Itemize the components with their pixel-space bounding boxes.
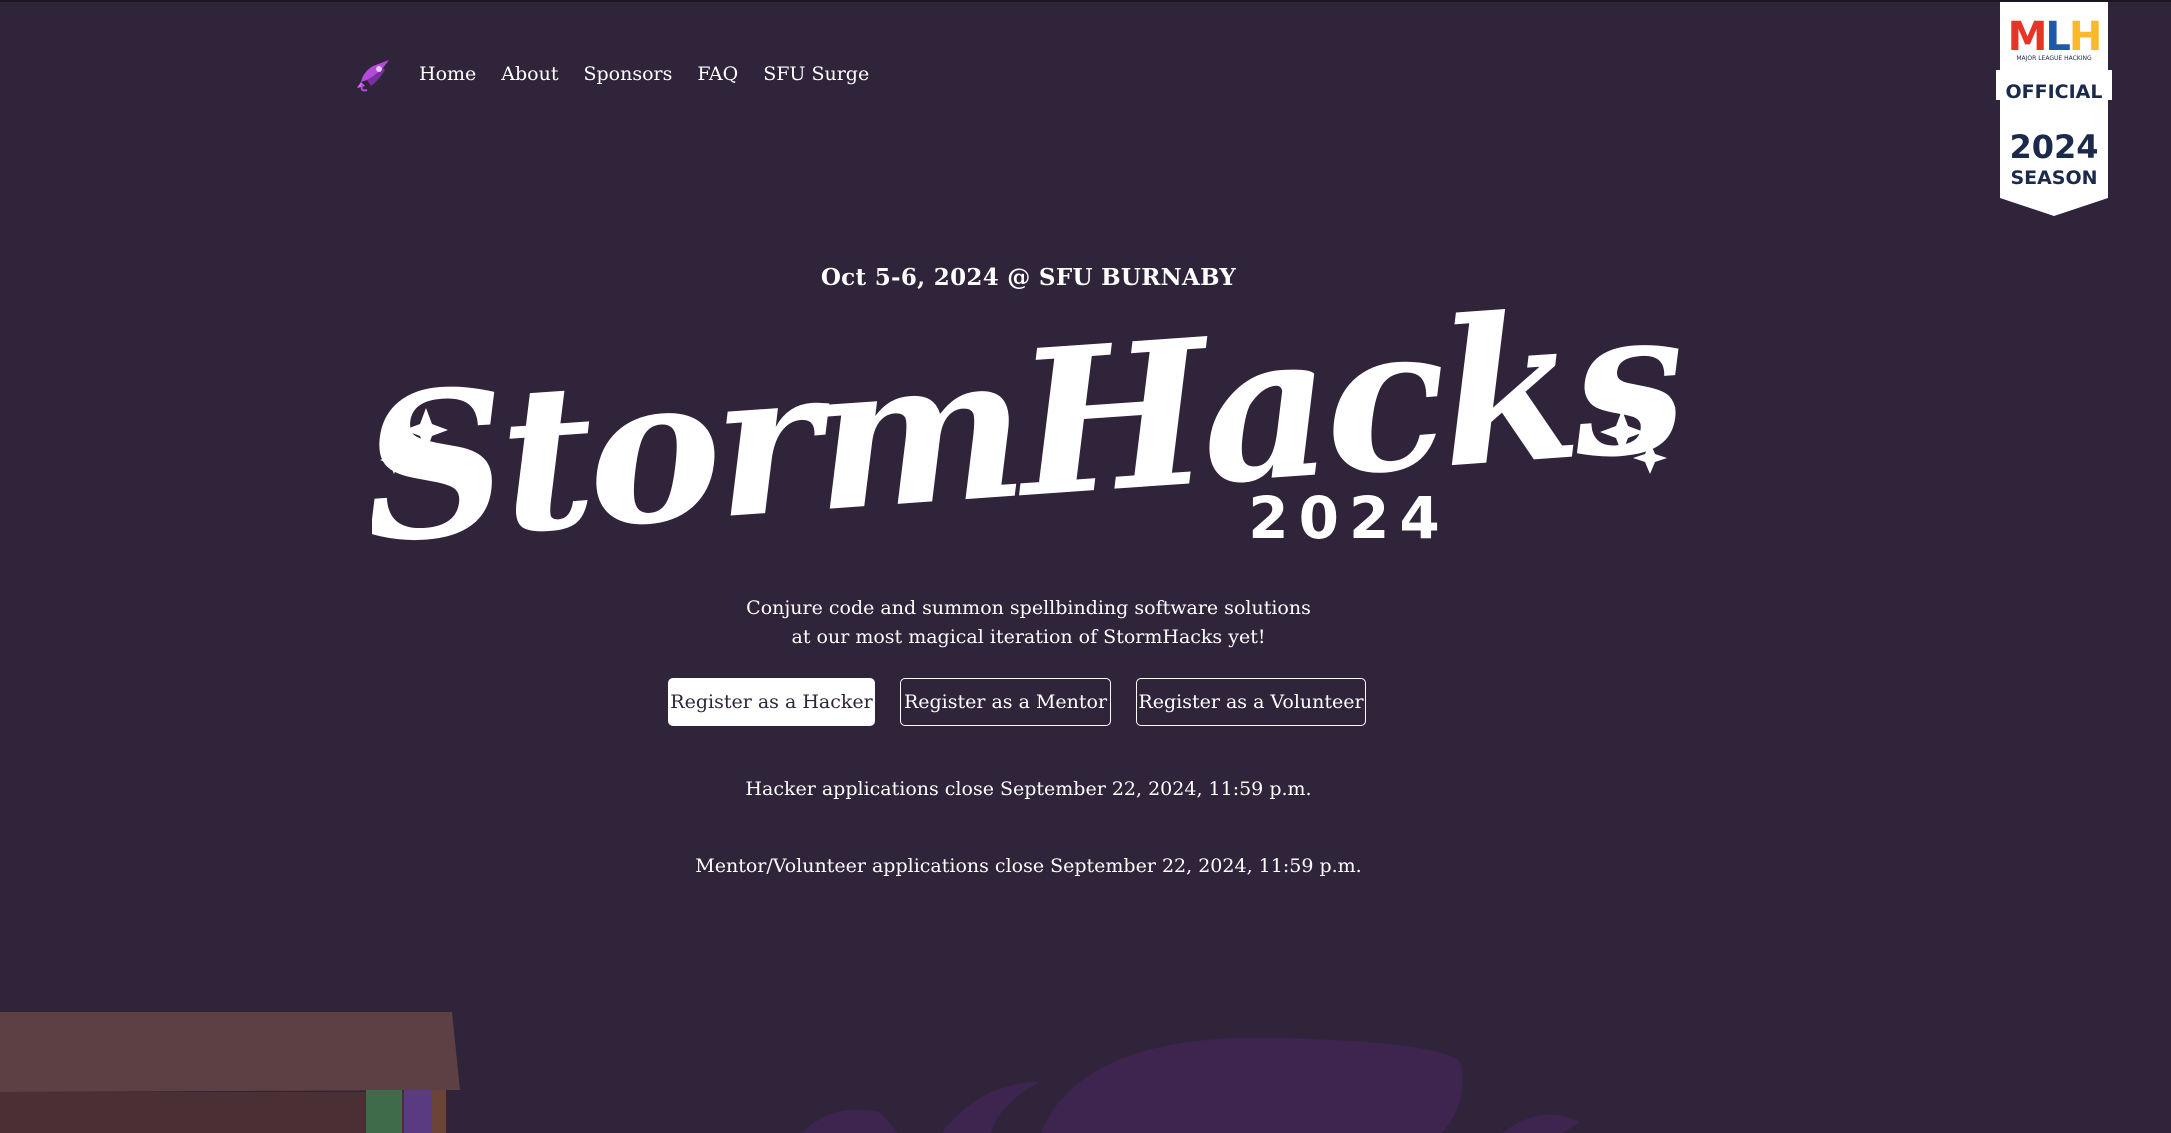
nav-sponsors-link[interactable]: Sponsors <box>583 63 672 85</box>
register-mentor-button[interactable]: Register as a Mentor <box>900 678 1111 726</box>
hero-title-text: StormHacks <box>372 290 1682 550</box>
event-date: Oct 5-6, 2024 @ SFU BURNABY <box>820 264 1237 291</box>
rocket-logo-icon[interactable] <box>353 54 395 94</box>
register-volunteer-button[interactable]: Register as a Volunteer <box>1136 678 1366 726</box>
mlh-season-text: SEASON <box>2010 167 2097 189</box>
top-nav: Home About Sponsors FAQ SFU Surge <box>353 54 894 94</box>
nav-about-link[interactable]: About <box>501 63 558 85</box>
mlh-year-text: 2024 <box>2009 128 2098 166</box>
register-button-row: Register as a Hacker Register as a Mento… <box>668 678 1366 726</box>
cauldron-smoke-shape <box>1040 1037 1463 1133</box>
mlh-subtitle-text: MAJOR LEAGUE HACKING <box>2016 55 2092 62</box>
svg-text:MLH: MLH <box>2008 14 2101 60</box>
bottom-scenery-illustration <box>0 1012 1580 1133</box>
nav-faq-link[interactable]: FAQ <box>697 63 738 85</box>
hacker-deadline-text: Hacker applications close September 22, … <box>745 778 1312 800</box>
mlh-official-text: OFFICIAL <box>2005 81 2102 103</box>
landing-page: Home About Sponsors FAQ SFU Surge MLH MA… <box>0 0 2171 1133</box>
stormhacks-wordmark: StormHacks 2024 <box>372 290 1682 550</box>
hero-year-text: 2024 <box>1248 484 1449 550</box>
nav-home-link[interactable]: Home <box>419 63 476 85</box>
register-hacker-button[interactable]: Register as a Hacker <box>668 678 875 726</box>
nav-sfu-surge-link[interactable]: SFU Surge <box>763 63 869 85</box>
mlh-official-badge[interactable]: MLH MAJOR LEAGUE HACKING OFFICIAL 2024 S… <box>1996 2 2112 216</box>
mentor-volunteer-deadline-text: Mentor/Volunteer applications close Sept… <box>695 855 1362 877</box>
bookshelf-icon <box>0 1012 460 1092</box>
hero-tagline: Conjure code and summon spellbinding sof… <box>746 597 1311 648</box>
